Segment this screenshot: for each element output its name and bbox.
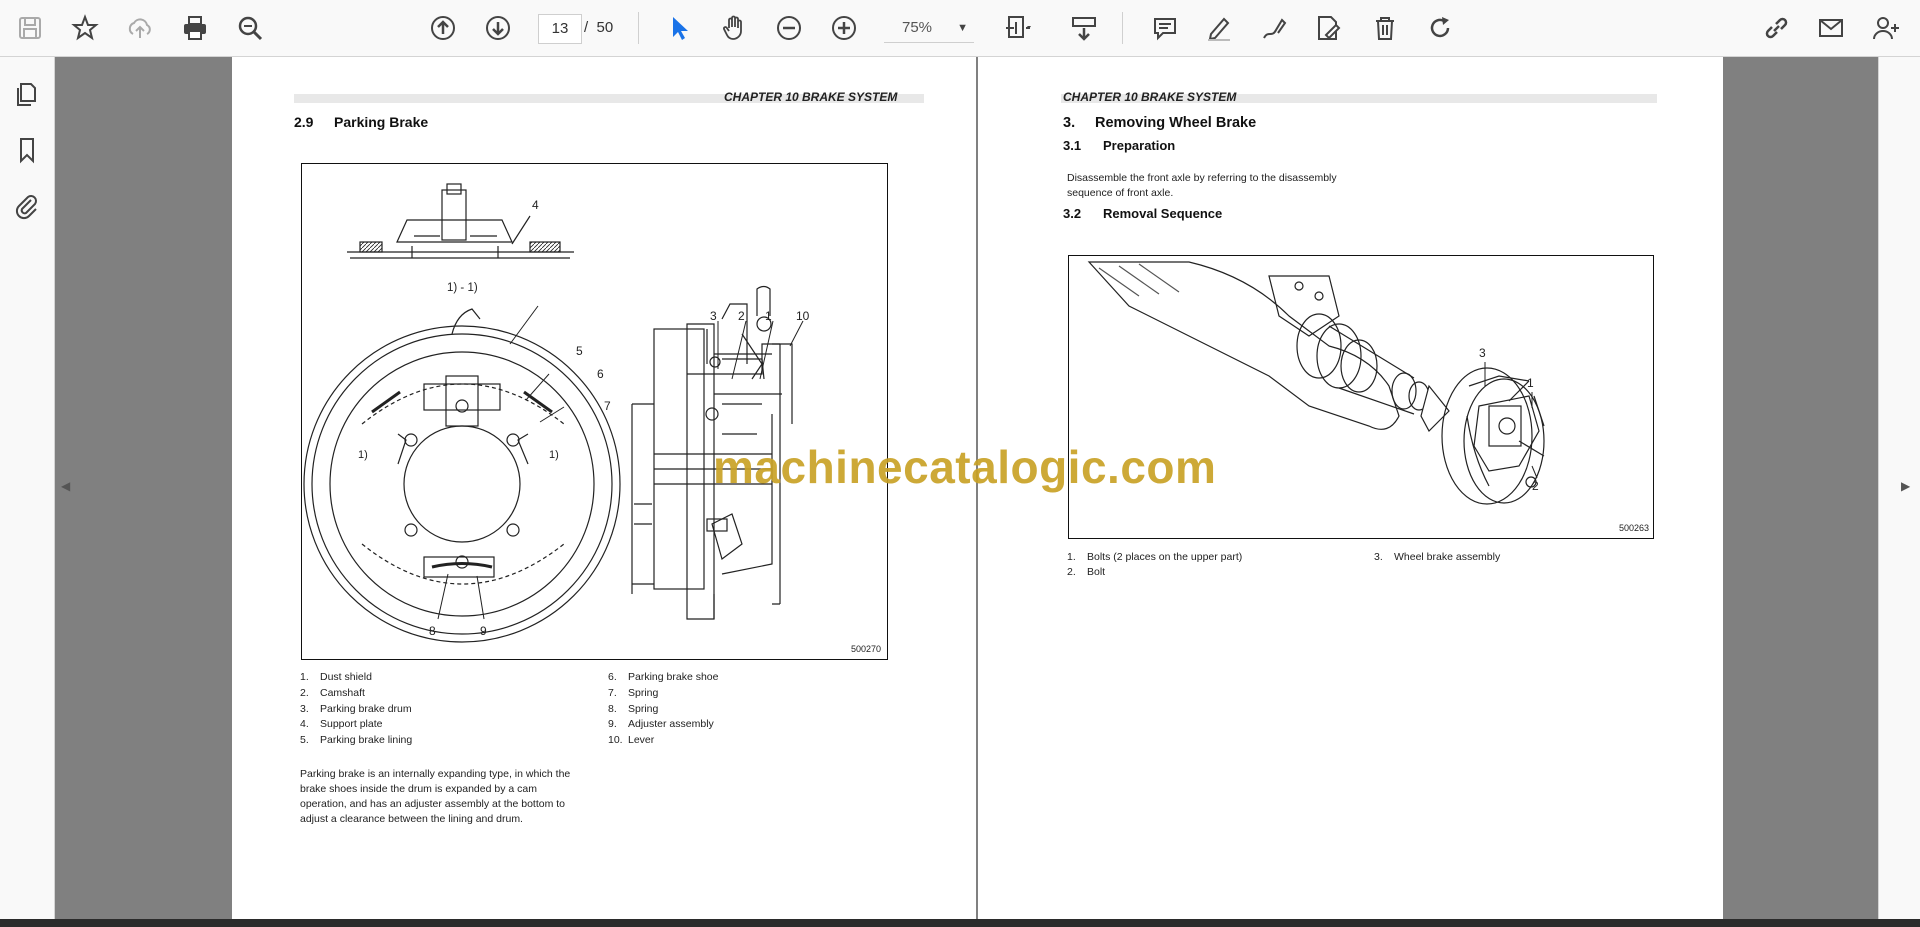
parking-brake-diagram	[303, 183, 804, 643]
arrow-up-circle-icon[interactable]	[425, 10, 461, 46]
pen-icon[interactable]	[1201, 10, 1237, 46]
edit-icon[interactable]	[1310, 10, 1346, 46]
legend-item: 7. Spring	[608, 687, 659, 699]
legend-item: 4. Support plate	[300, 718, 383, 730]
figure-caption-top: 1) - 1)	[447, 282, 478, 294]
trash-icon[interactable]	[1367, 10, 1403, 46]
collapse-left-panel-icon[interactable]: ◀	[61, 479, 70, 493]
section-heading: 2.9 Parking Brake	[294, 114, 429, 130]
zoom-dropdown[interactable]: 75% ▼	[884, 14, 974, 43]
chevron-down-icon: ▼	[957, 22, 968, 34]
section-heading: 3. Removing Wheel Brake	[1063, 115, 1257, 131]
cloud-upload-icon[interactable]	[122, 10, 158, 46]
chapter-header: CHAPTER 10 BRAKE SYSTEM	[724, 90, 898, 104]
callout-7: 7	[604, 399, 611, 413]
right-panel-rail: ▶	[1878, 57, 1920, 919]
wheel-brake-diagram	[1087, 261, 1545, 505]
callout-10: 10	[796, 309, 810, 323]
subsection-heading: 3.2 Removal Sequence	[1063, 206, 1223, 221]
preparation-text: Disassemble the front axle by referring …	[1067, 172, 1337, 199]
legend-item: 2. Bolt	[1067, 566, 1106, 578]
star-icon[interactable]	[67, 10, 103, 46]
rotate-icon[interactable]	[1422, 10, 1458, 46]
legend-item: 10. Lever	[608, 734, 655, 746]
paperclip-icon[interactable]	[9, 188, 45, 224]
callout-9: 9	[480, 624, 487, 638]
pages-icon[interactable]	[9, 77, 45, 113]
figure-id: 500270	[851, 644, 882, 654]
save-icon[interactable]	[12, 10, 48, 46]
bookmark-icon[interactable]	[9, 132, 45, 168]
bottom-bar	[0, 919, 1920, 927]
legend-item: 6. Parking brake shoe	[608, 671, 719, 683]
description-paragraph: Parking brake is an internally expanding…	[300, 768, 571, 825]
draw-icon[interactable]	[1256, 10, 1292, 46]
legend-item: 1. Dust shield	[300, 671, 372, 683]
arrow-down-circle-icon[interactable]	[480, 10, 516, 46]
plus-circle-icon[interactable]	[826, 10, 862, 46]
comment-icon[interactable]	[1147, 10, 1183, 46]
callout-3: 3	[710, 309, 717, 323]
hand-icon[interactable]	[716, 10, 752, 46]
figure-id: 500263	[1619, 523, 1650, 533]
zoom-search-icon[interactable]	[232, 10, 268, 46]
page-count: / 50	[584, 19, 614, 36]
parking-brake-figure: 1) - 1) 4 5 6 7 8 9 1) 1) 3 2 1 10 50027…	[301, 163, 888, 660]
callout-1-left: 1)	[358, 449, 368, 461]
expand-right-panel-icon[interactable]: ▶	[1901, 479, 1910, 493]
legend-item: 3. Wheel brake assembly	[1374, 551, 1501, 563]
add-user-icon[interactable]	[1868, 10, 1904, 46]
print-icon[interactable]	[177, 10, 213, 46]
callout-2: 2	[738, 309, 745, 323]
subsection-heading: 3.1 Preparation	[1063, 138, 1176, 153]
left-panel-rail: ◀	[0, 57, 70, 919]
scroll-mode-icon[interactable]	[1066, 10, 1102, 46]
callout-5: 5	[576, 344, 583, 358]
fit-page-icon[interactable]	[1000, 10, 1036, 46]
cursor-icon[interactable]	[661, 10, 697, 46]
legend-item: 9. Adjuster assembly	[608, 718, 714, 730]
callout-3: 3	[1479, 346, 1486, 360]
link-icon[interactable]	[1758, 10, 1794, 46]
mail-icon[interactable]	[1813, 10, 1849, 46]
minus-circle-icon[interactable]	[771, 10, 807, 46]
callout-1: 1	[1527, 376, 1534, 390]
legend-item: 3. Parking brake drum	[300, 703, 412, 715]
callout-1-right: 1)	[549, 449, 559, 461]
toolbar: 13 / 50 75% ▼	[0, 0, 1920, 57]
legend-item: 2. Camshaft	[300, 687, 365, 699]
legend-item: 5. Parking brake lining	[300, 734, 413, 746]
legend-item: 1. Bolts (2 places on the upper part)	[1067, 551, 1243, 563]
callout-1: 1	[765, 309, 772, 323]
chapter-header: CHAPTER 10 BRAKE SYSTEM	[1063, 90, 1237, 104]
watermark-text: machinecatalogic.com	[713, 441, 1217, 493]
callout-6: 6	[597, 367, 604, 381]
callout-8: 8	[429, 624, 436, 638]
wheel-brake-figure: 3 1 2 500263	[1068, 255, 1654, 539]
page-number-input[interactable]: 13	[538, 14, 582, 44]
callout-4: 4	[532, 198, 539, 212]
callout-2: 2	[1532, 479, 1539, 493]
legend-item: 8. Spring	[608, 703, 659, 715]
